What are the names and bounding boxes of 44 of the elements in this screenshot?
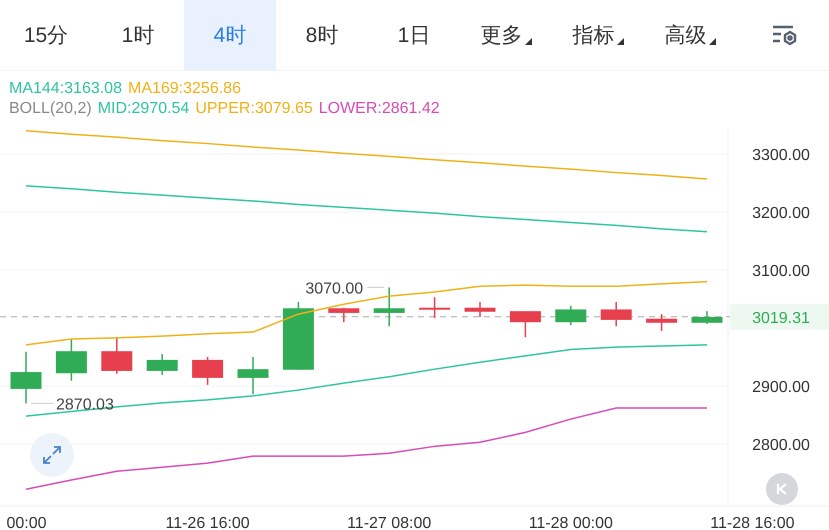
indicator-value: BOLL(20,2) (9, 100, 92, 118)
candlestick (238, 357, 268, 394)
leader-line (366, 286, 385, 288)
candlestick (192, 357, 224, 385)
candlestick (56, 339, 87, 381)
time-axis-label: 11-26 16:00 (166, 515, 250, 530)
candlestick (101, 337, 132, 374)
candlestick (419, 297, 450, 318)
candlestick (464, 302, 496, 317)
leader-line (30, 402, 54, 404)
indicator-value: UPPER:3079.65 (195, 100, 313, 118)
indicator-value: MA169:3256.86 (128, 80, 241, 98)
price-axis-label: 2800.00 (752, 437, 810, 454)
price-axis-label: 3300.00 (752, 147, 810, 164)
caret-icon (708, 38, 716, 44)
time-axis-label: 00:00 (6, 515, 47, 530)
time-axis-label: 11-28 00:00 (528, 515, 613, 530)
candlestick (555, 306, 586, 326)
indicator-value: MID:2970.54 (98, 100, 190, 118)
last-price-label: 3019.31 (752, 310, 810, 327)
caret-icon (616, 38, 624, 44)
candlestick (10, 352, 42, 404)
time-axis-label: 11-28 16:00 (710, 515, 794, 530)
expand-icon (41, 444, 63, 466)
candlestick (692, 311, 722, 324)
timeframe-tab[interactable]: 4时 (184, 0, 276, 70)
extreme-price-label: 3070.00 (305, 280, 364, 298)
indicator-value: LOWER:2861.42 (318, 100, 440, 118)
expand-button[interactable] (30, 433, 74, 477)
time-axis-label: 11-27 08:00 (347, 515, 432, 530)
indicator-value: MA144:3163.08 (9, 80, 122, 98)
candlestick (328, 308, 360, 322)
candlestick (600, 302, 632, 326)
price-axis-label: 3200.00 (752, 205, 810, 222)
candlestick (510, 311, 541, 338)
extreme-price-label: 2870.03 (56, 396, 114, 414)
price-axis-label: 2900.00 (752, 379, 810, 396)
candlestick (282, 302, 314, 370)
candlestick (146, 354, 178, 375)
price-axis-label: 3100.00 (752, 263, 810, 280)
caret-icon (524, 38, 532, 44)
k-icon (775, 482, 789, 496)
candlestick (374, 287, 405, 326)
candlestick (646, 314, 678, 331)
